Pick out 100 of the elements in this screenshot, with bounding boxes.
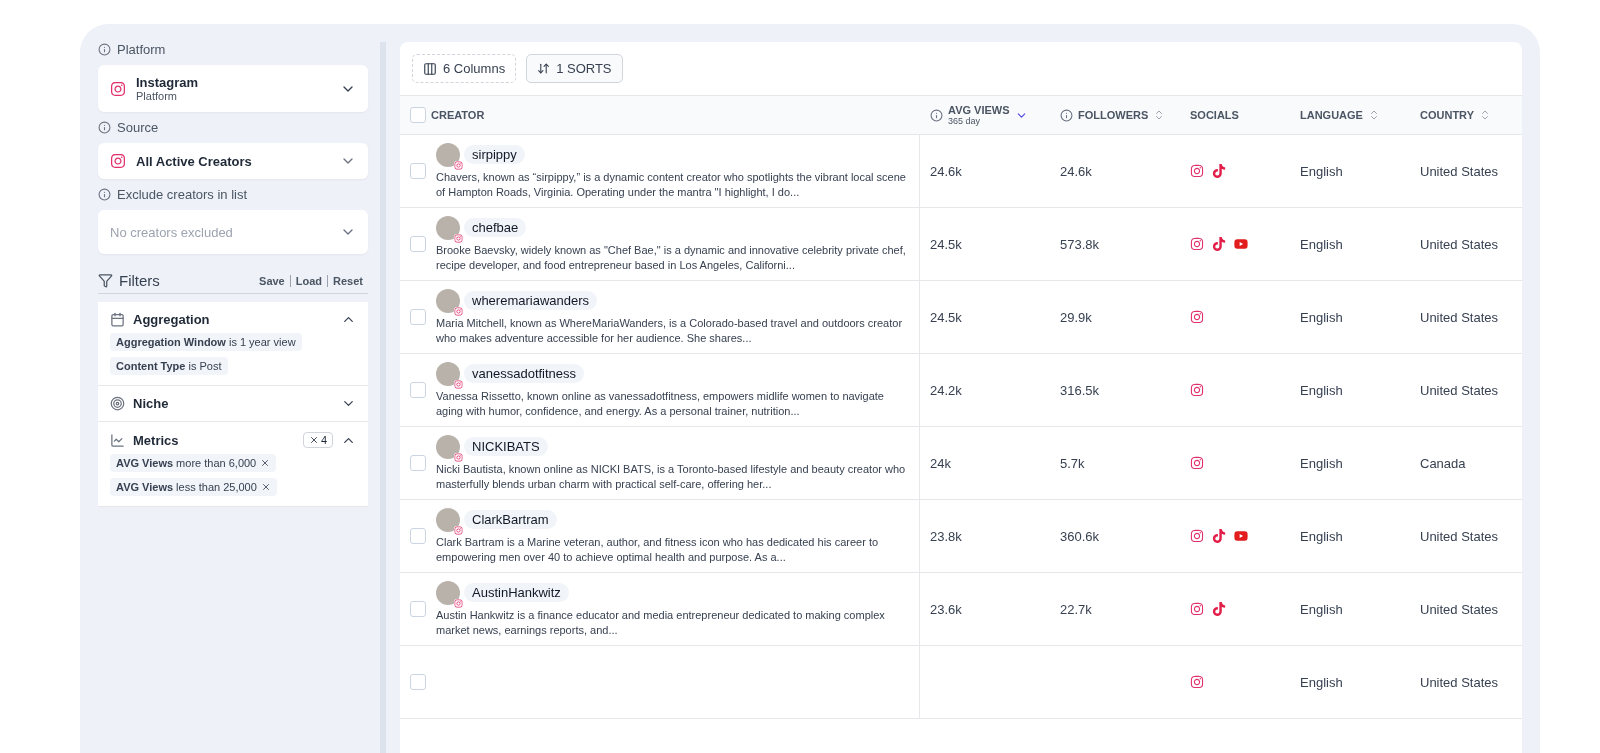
table-cell-text: United States bbox=[1419, 163, 1500, 179]
line-chart-icon bbox=[110, 432, 125, 448]
instagram-icon bbox=[454, 452, 463, 462]
table-cell-text: English bbox=[1299, 528, 1344, 544]
table-cell-text: Canada bbox=[1419, 455, 1467, 471]
column-subtitle: 365 day bbox=[948, 116, 982, 126]
creator-bio: Chavers, known as “sirpippy,” is a dynamic content creator who spotlights the vibrant local scene of Hampton Roads, Virginia. Operating under the mantra "I highlight, I do... bbox=[436, 169, 907, 200]
column-header: COUNTRY bbox=[1420, 109, 1474, 121]
table-cell-text: 24.5k bbox=[929, 309, 963, 325]
info-icon bbox=[98, 188, 111, 201]
columns-icon bbox=[423, 61, 437, 76]
info-icon bbox=[98, 121, 111, 134]
select-value: Instagram bbox=[136, 75, 200, 90]
row-checkbox[interactable] bbox=[410, 674, 426, 690]
row-checkbox[interactable] bbox=[410, 528, 426, 544]
creator-handle[interactable]: vanessadotfitness bbox=[464, 364, 585, 383]
instagram-icon[interactable] bbox=[1190, 164, 1204, 178]
filter-group-title[interactable]: Niche bbox=[133, 396, 333, 411]
instagram-icon bbox=[454, 379, 463, 389]
creator-bio: Maria Mitchell, known as WhereMariaWanders, is a Colorado-based travel and outdoors creator who makes adventure accessible for her audience. She shares... bbox=[436, 315, 904, 346]
filter-group-title[interactable]: Metrics bbox=[133, 432, 295, 448]
select-all-checkbox[interactable] bbox=[410, 107, 426, 123]
close-icon[interactable] bbox=[260, 482, 271, 492]
tiktok-icon[interactable] bbox=[1212, 602, 1226, 616]
filter-action-link[interactable]: Load bbox=[289, 274, 328, 287]
row-checkbox[interactable] bbox=[410, 455, 426, 471]
row-checkbox[interactable] bbox=[410, 601, 426, 617]
filter-chip: Aggregation Window is 1 year view bbox=[110, 333, 302, 351]
instagram-icon[interactable] bbox=[1190, 602, 1204, 616]
table-cell-text: 22.7k bbox=[1059, 601, 1093, 617]
calendar-icon bbox=[110, 312, 125, 327]
table-cell-text: English bbox=[1299, 674, 1344, 690]
table-cell-text: United States bbox=[1419, 601, 1500, 617]
instagram-icon bbox=[454, 306, 463, 316]
table-cell-text: 360.6k bbox=[1059, 528, 1101, 544]
table-cell-text: United States bbox=[1419, 674, 1500, 690]
row-checkbox[interactable] bbox=[410, 309, 426, 325]
sorts-button[interactable]: 1 SORTS bbox=[526, 54, 623, 83]
instagram-icon[interactable] bbox=[1190, 310, 1204, 324]
creator-bio: Nicki Bautista, known online as NICKI BATS, is a Toronto-based lifestyle and beauty creator who masterfully blends urban charm with practical self-care, offering her... bbox=[436, 461, 907, 492]
table-cell-text: 24.5k bbox=[929, 236, 963, 252]
table-cell-text: English bbox=[1299, 601, 1344, 617]
tiktok-icon[interactable] bbox=[1212, 237, 1226, 251]
column-header: LANGUAGE bbox=[1300, 109, 1363, 121]
columns-button[interactable]: 6 Columns bbox=[412, 54, 517, 83]
field-label: Source bbox=[117, 120, 159, 135]
filter-action-link[interactable]: Save bbox=[254, 274, 290, 287]
table-cell-text: United States bbox=[1419, 382, 1500, 398]
youtube-icon[interactable] bbox=[1234, 237, 1248, 251]
instagram-icon[interactable] bbox=[1190, 456, 1204, 470]
table-cell-text: English bbox=[1299, 309, 1344, 325]
sort-arrows-icon bbox=[537, 62, 551, 75]
instagram-icon[interactable] bbox=[1190, 675, 1204, 689]
table-cell-text: 5.7k bbox=[1059, 455, 1086, 471]
table-cell-text: 24.6k bbox=[929, 163, 963, 179]
tiktok-icon[interactable] bbox=[1212, 529, 1226, 543]
table-cell-text: United States bbox=[1419, 528, 1500, 544]
instagram-icon bbox=[454, 160, 463, 170]
creator-handle[interactable]: chefbae bbox=[464, 218, 527, 237]
column-header: FOLLOWERS bbox=[1078, 109, 1149, 121]
source-select[interactable]: All Active Creators bbox=[98, 143, 368, 179]
filter-group-title[interactable]: Aggregation bbox=[133, 312, 333, 327]
instagram-icon[interactable] bbox=[1190, 237, 1204, 251]
creator-handle[interactable]: wheremariawanders bbox=[464, 291, 598, 310]
creator-bio: Brooke Baevsky, widely known as "Chef Bae," is a dynamic and innovative celebrity private chef, recipe developer, and food entrepreneur based in Los Angeles, Californi... bbox=[436, 242, 907, 273]
table-cell-text: 23.6k bbox=[929, 601, 963, 617]
filter-icon bbox=[98, 273, 113, 288]
column-header: SOCIALS bbox=[1190, 109, 1239, 121]
row-checkbox[interactable] bbox=[410, 163, 426, 179]
filter-action-link[interactable]: Reset bbox=[327, 274, 368, 287]
field-label: Platform bbox=[117, 42, 166, 57]
row-checkbox[interactable] bbox=[410, 236, 426, 252]
table-cell-text: United States bbox=[1419, 309, 1500, 325]
table-cell-text: 29.9k bbox=[1059, 309, 1093, 325]
tiktok-icon[interactable] bbox=[1212, 164, 1226, 178]
creator-handle[interactable]: AustinHankwitz bbox=[464, 583, 569, 602]
close-icon[interactable] bbox=[260, 458, 271, 468]
creator-handle[interactable]: sirpippy bbox=[464, 145, 525, 164]
instagram-icon[interactable] bbox=[1190, 529, 1204, 543]
filter-chip: AVG Views less than 25,000 bbox=[110, 478, 277, 496]
select-placeholder: No creators excluded bbox=[110, 224, 234, 240]
creator-handle[interactable]: ClarkBartram bbox=[464, 510, 557, 529]
info-icon bbox=[98, 43, 111, 56]
table-cell-text: 23.8k bbox=[929, 528, 963, 544]
creator-bio: Clark Bartram is a Marine veteran, author, and fitness icon who has dedicated his career to empowering men over 40 to achieve optimal health and purpose. As a... bbox=[436, 534, 880, 565]
instagram-icon[interactable] bbox=[1190, 383, 1204, 397]
platform-select[interactable]: Instagram Platform bbox=[98, 65, 368, 112]
sort-icon[interactable] bbox=[1479, 109, 1491, 121]
instagram-icon bbox=[110, 80, 126, 97]
filter-chip: Content Type is Post bbox=[110, 357, 228, 375]
row-checkbox[interactable] bbox=[410, 382, 426, 398]
filter-count-badge[interactable]: 4 bbox=[302, 432, 333, 448]
instagram-icon bbox=[110, 153, 126, 169]
table-cell-text: English bbox=[1299, 455, 1344, 471]
instagram-icon bbox=[454, 598, 463, 608]
youtube-icon[interactable] bbox=[1234, 529, 1248, 543]
column-header: CREATOR bbox=[431, 109, 485, 121]
target-icon bbox=[110, 396, 125, 411]
creator-handle[interactable]: NICKIBATS bbox=[464, 437, 548, 456]
select-subtitle: Platform bbox=[136, 90, 178, 102]
